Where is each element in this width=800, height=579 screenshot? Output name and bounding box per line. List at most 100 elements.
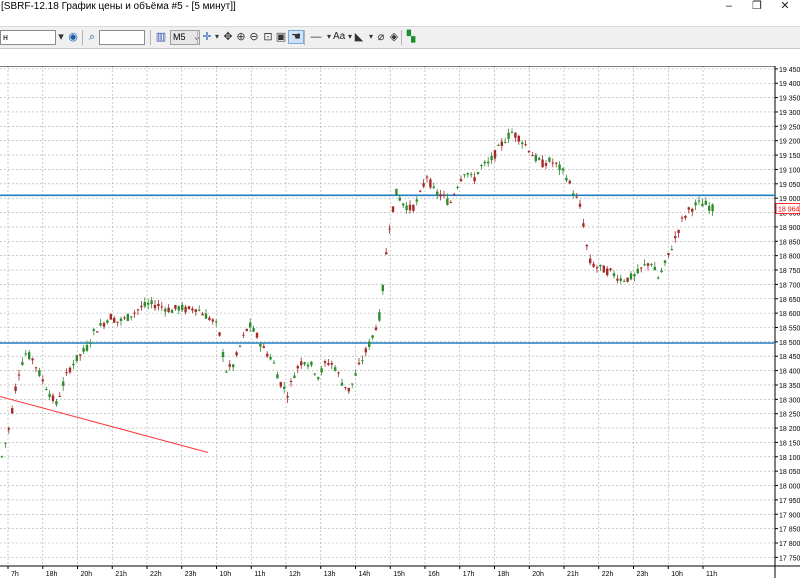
candle-body [517,135,520,142]
y-tick-label: 18 450 [779,354,800,361]
candle-body [388,228,391,230]
candle-body [79,354,82,356]
candle-body [514,132,517,138]
candle-body [89,342,92,345]
zoom-area-icon[interactable]: ▣ [274,30,288,44]
y-tick-label: 18 650 [779,297,800,304]
maximize-button[interactable]: ❐ [743,0,771,14]
candle-body [544,163,548,166]
candle-body [24,353,27,355]
candle-body [177,306,180,311]
candle-body [249,322,252,328]
candle-body [31,358,34,361]
y-tick-label: 18 500 [779,340,800,347]
candle-body [684,216,687,219]
x-tick-label: 23h [185,571,197,578]
hand-icon[interactable]: ☚ [288,30,304,44]
price-chart[interactable]: 19 450 19 400 19 350 19 300 19 250 19 200 19 1… [0,66,800,579]
y-tick-label: 18 750 [779,268,800,275]
candle-body [167,307,170,312]
bar-chart-icon[interactable]: ▥ [154,30,168,44]
candle-body [385,252,388,255]
move-icon[interactable]: ✥ [221,30,235,44]
candle-body [473,177,476,182]
candle-body [45,389,48,391]
candle-body [697,200,701,202]
minimize-button[interactable]: – [715,0,743,14]
candle-body [266,353,269,357]
y-tick-label: 18 100 [779,455,800,462]
chart-toolbar: н ▾ ◉ ⌕ ▥ M5 ⌄ ✛ ▾ ✥ ⊕ ⊖ ⊡ ▣ ☚ — ▾ Aa ▾ … [0,26,800,49]
candle-body [279,382,282,387]
layers-icon[interactable]: ◈ [387,30,401,44]
y-tick-label: 18 850 [779,239,800,246]
candle-body [442,194,446,196]
candle-body [606,268,609,276]
y-tick-label: 18 800 [779,254,800,261]
y-tick-label: 18 300 [779,397,800,404]
candle-body [493,150,497,159]
candle-body [436,191,439,195]
candle-body [72,363,75,366]
candle-body [293,375,296,379]
candle-body [551,162,554,164]
eraser-icon[interactable]: ⌀ [374,30,388,44]
candle-body [470,174,473,176]
candle-body [34,367,38,369]
candle-body [191,308,194,311]
symbol-input[interactable]: н [0,30,56,45]
candle-body [65,372,68,374]
candle-body [337,372,340,374]
candle-body [405,205,408,211]
zoom-out-icon[interactable]: ⊖ [247,30,261,44]
x-tick-label: 21h [567,571,579,578]
last-price-label: 18 964 [778,207,800,214]
candle-body [306,364,310,367]
candle-body [446,198,449,205]
candle-body [99,323,102,326]
candle-body [296,366,299,369]
candle-body [425,176,429,178]
candle-body [48,393,51,397]
candle-body [616,278,619,281]
candle-body [483,161,486,164]
x-tick-label: 14h [359,571,371,578]
candle-body [497,144,500,146]
candle-body [680,217,684,219]
close-button[interactable]: ✕ [771,0,799,14]
x-tick-label: 11h [706,571,717,578]
candle-body [708,205,711,211]
candle-body [555,162,558,164]
candle-body [218,332,221,336]
candle-body [609,268,612,271]
zoom-in-icon[interactable]: ⊕ [234,30,248,44]
candle-body [228,364,231,367]
candle-body [595,267,599,269]
candle-body [507,132,510,139]
candle-body [194,309,197,312]
candle-body [357,362,361,365]
candle-body [521,142,524,145]
candle-body [116,321,119,323]
zoom-area-icon[interactable]: ⊡ [261,30,275,44]
candle-body [150,300,153,305]
indicator-icon[interactable]: ▚ [404,30,418,44]
candle-body [453,194,456,196]
candle-body [262,346,265,348]
search-input[interactable] [99,30,145,45]
candle-body [391,206,395,212]
candle-body [242,334,245,336]
candle-body [667,252,670,255]
candle-body [538,157,541,160]
y-tick-label: 17 850 [779,527,800,534]
x-tick-label: 15h [393,571,405,578]
candle-body [136,309,140,311]
y-tick-label: 19 300 [779,110,800,117]
link-icon[interactable]: ◉ [66,30,80,44]
search-icon[interactable]: ⌕ [85,30,99,44]
y-tick-label: 18 400 [779,369,800,376]
chart-canvas[interactable]: 19 450 19 400 19 350 19 300 19 250 19 200 19 1… [0,66,800,579]
candle-body [235,352,238,356]
candle-body [140,305,143,308]
candle-body [368,341,371,347]
